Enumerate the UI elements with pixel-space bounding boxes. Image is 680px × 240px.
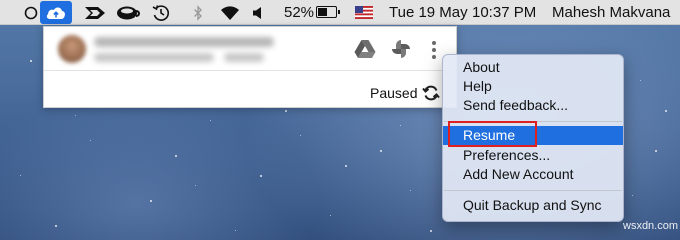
battery-icon[interactable] <box>316 6 340 18</box>
bluetooth-icon[interactable] <box>190 3 206 22</box>
menu-bar: 52% Tue 19 May 10:37 PM Mahesh Makvana <box>0 0 680 25</box>
menu-item-quit[interactable]: Quit Backup and Sync <box>443 196 623 215</box>
google-drive-icon[interactable] <box>354 39 376 59</box>
backup-sync-panel: Paused <box>43 26 457 108</box>
menu-item-send-feedback[interactable]: Send feedback... <box>443 96 623 115</box>
menu-item-about[interactable]: About <box>443 58 623 77</box>
time-machine-icon[interactable] <box>150 3 172 22</box>
backup-cloud-icon[interactable] <box>40 1 72 24</box>
more-vert-icon[interactable] <box>429 39 439 61</box>
menu-item-help[interactable]: Help <box>443 77 623 96</box>
account-email-blurred <box>94 37 274 47</box>
us-flag-icon[interactable] <box>354 3 374 22</box>
circle-icon[interactable] <box>22 3 40 22</box>
battery-percent[interactable]: 52% <box>284 4 314 21</box>
menu-separator <box>444 190 622 191</box>
user-name[interactable]: Mahesh Makvana <box>552 4 670 21</box>
clock-date[interactable]: Tue 19 May <box>389 4 468 21</box>
sync-status-text: Paused <box>370 85 418 101</box>
volume-icon[interactable] <box>250 3 266 22</box>
account-header <box>44 27 456 71</box>
account-name-blurred <box>94 53 214 62</box>
watermark-text: wsxdn.com <box>623 220 679 232</box>
clock-time[interactable]: 10:37 PM <box>472 4 536 21</box>
account-detail-blurred <box>224 53 264 62</box>
wifi-icon[interactable] <box>218 3 242 22</box>
google-photos-icon[interactable] <box>390 38 412 60</box>
coffee-cup-icon[interactable] <box>115 3 141 22</box>
menu-item-preferences[interactable]: Preferences... <box>443 146 623 165</box>
avatar <box>58 35 86 63</box>
sync-icon[interactable] <box>422 84 440 102</box>
highlight-annotation-box <box>448 121 537 147</box>
arrow-app-icon[interactable] <box>83 3 107 22</box>
menu-item-add-new-account[interactable]: Add New Account <box>443 165 623 184</box>
